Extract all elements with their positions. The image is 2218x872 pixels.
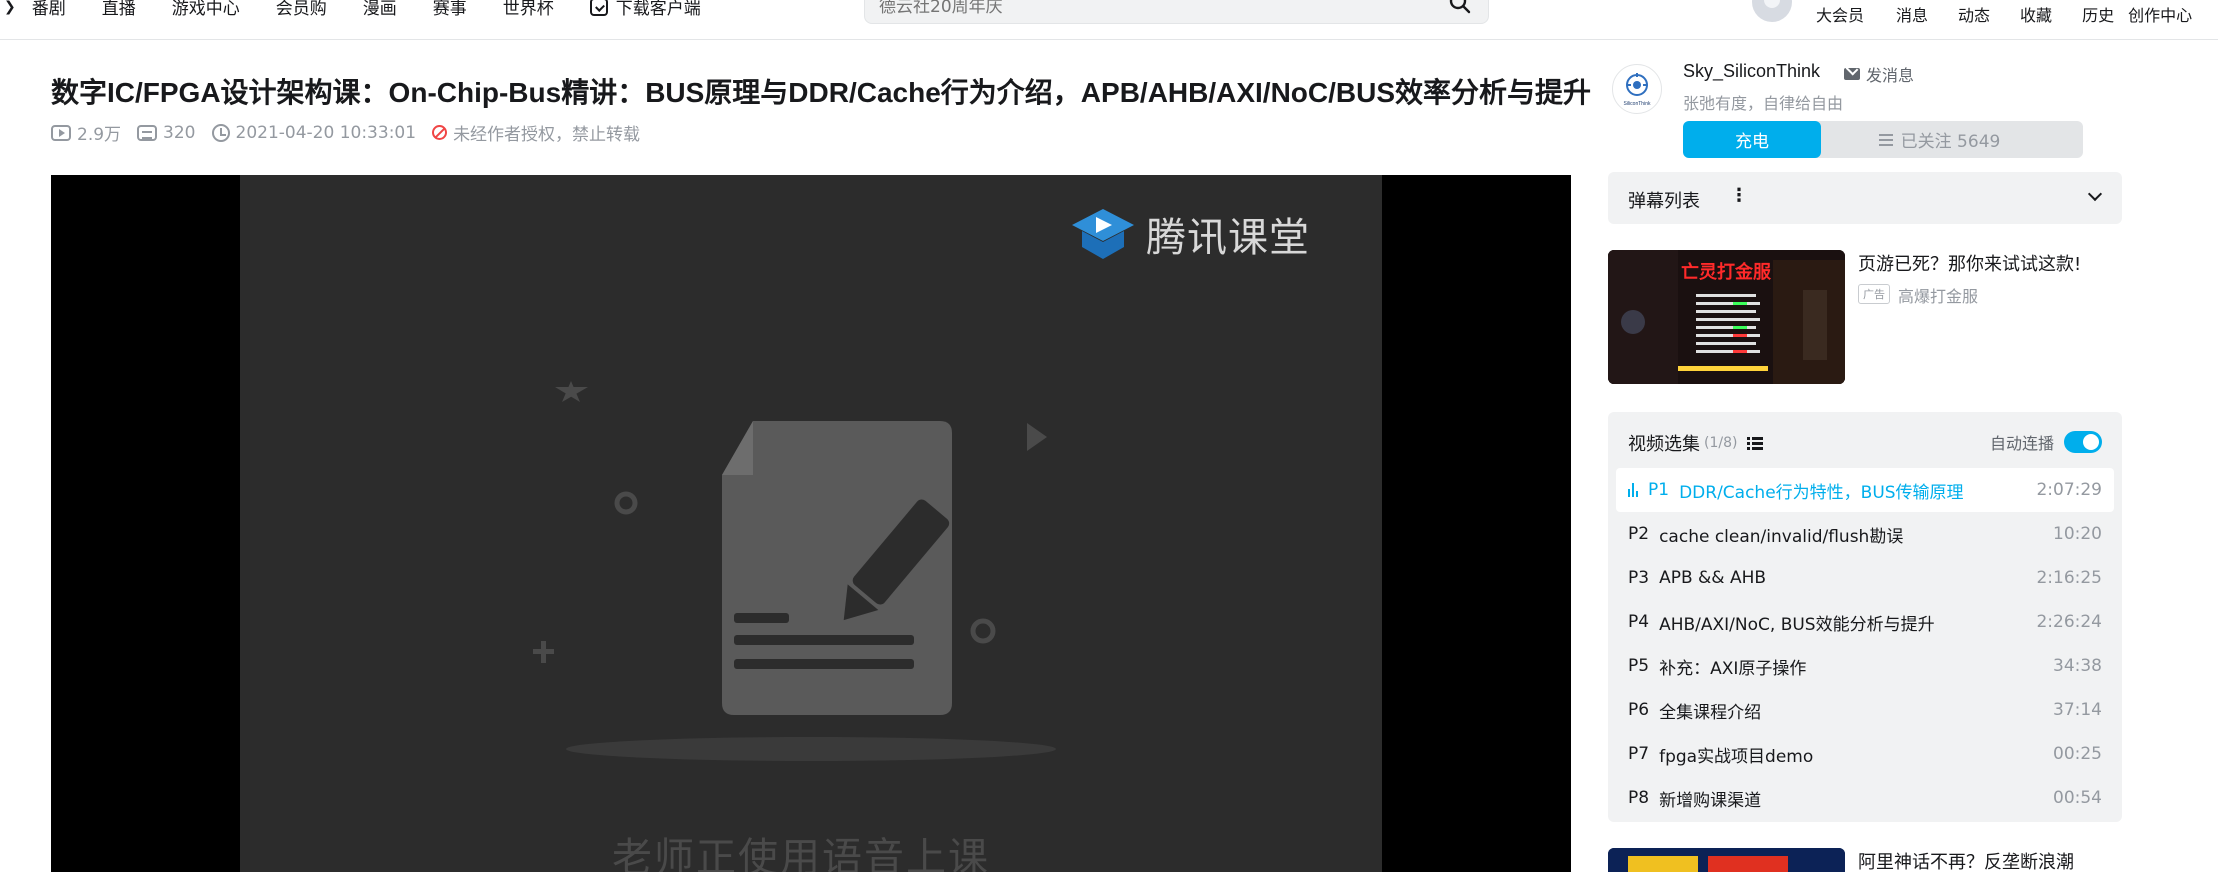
chevron-down-icon[interactable] [2087,186,2103,202]
uploader-avatar[interactable]: SiliconThink [1612,64,1662,114]
arrow-icon: ❯ [4,0,16,15]
danmaku-count: 320 [137,123,196,143]
episode-item-p3[interactable]: P3 APB && AHB 2:16:25 [1616,556,2114,600]
recommend-thumbnail[interactable] [1608,848,1845,872]
nav-item-download[interactable]: 下载客户端 [589,0,701,19]
ad-thumbnail[interactable]: 亡灵打金服 [1608,250,1845,384]
more-options-icon[interactable]: ⋮ [1730,185,1748,206]
episode-header: 视频选集 (1/8) [1628,430,1764,456]
episode-item-p7[interactable]: P7 fpga实战项目demo 00:25 [1616,732,2114,776]
view-count: 2.9万 [51,120,121,145]
nav-item-shop[interactable]: 会员购 [276,0,327,19]
svg-text:亡灵打金服: 亡灵打金服 [1681,261,1772,283]
nav-creator-center[interactable]: 创作中心 [2128,2,2192,26]
autoplay-toggle[interactable] [2064,431,2102,453]
episode-item-p6[interactable]: P6 全集课程介绍 37:14 [1616,688,2114,732]
video-title: 数字IC/FPGA设计架构课：On-Chip-Bus精讲：BUS原理与DDR/C… [51,77,1592,108]
voice-lesson-illustration [533,381,1056,761]
video-player[interactable]: 腾讯课堂 老师正使用语音上课 [51,175,1571,872]
top-bar: ❯番剧 直播 游戏中心 会员购 漫画 赛事 世界杯 下载客户端 大会员 消息 动… [0,0,2218,40]
nav-messages[interactable]: 消息 [1896,2,1928,26]
episode-list: P1 DDR/Cache行为特性，BUS传输原理 2:07:29 P2 cach… [1616,468,2114,820]
video-meta: 2.9万 320 2021-04-20 10:33:01 未经作者授权，禁止转载 [51,120,656,145]
following-button[interactable]: 已关注 5649 [1796,121,2083,158]
svg-text:SiliconThink: SiliconThink [1624,101,1651,107]
episode-item-p1[interactable]: P1 DDR/Cache行为特性，BUS传输原理 2:07:29 [1616,468,2114,512]
autoplay-label: 自动连播 [1989,434,2054,453]
nav-history[interactable]: 历史 [2082,2,2114,26]
nav-item-live[interactable]: 直播 [102,0,136,19]
search-icon[interactable] [1448,0,1472,15]
forbidden-icon [432,125,448,140]
episode-item-p8[interactable]: P8 新增购课渠道 00:54 [1616,776,2114,820]
ad-badge: 广告 [1858,284,1890,304]
ad-source[interactable]: 高爆打金服 [1898,283,1978,307]
nav-item-manga[interactable]: 漫画 [363,0,397,19]
download-icon [589,0,608,16]
episode-title: 视频选集 [1628,434,1700,455]
charge-button[interactable]: 充电 [1683,121,1821,158]
video-frame: 腾讯课堂 老师正使用语音上课 [240,175,1382,872]
nav-favorites[interactable]: 收藏 [2020,2,2052,26]
publish-date: 2021-04-20 10:33:01 [211,123,416,143]
episode-item-p4[interactable]: P4 AHB/AXI/NoC, BUS效能分析与提升 2:26:24 [1616,600,2114,644]
nav-vip[interactable]: 大会员 [1816,2,1864,26]
danmaku-icon [137,124,158,141]
nav-item-game-center[interactable]: 游戏中心 [172,0,240,19]
episode-item-p2[interactable]: P2 cache clean/invalid/flush勘误 10:20 [1616,512,2114,556]
nav-item-esports[interactable]: 赛事 [433,0,467,19]
top-nav: ❯ 番剧 直播 游戏中心 会员购 漫画 赛事 世界杯 下载客户端 [0,0,737,19]
copyright-notice: 未经作者授权，禁止转载 [432,120,640,145]
episode-panel: 视频选集 (1/8) 自动连播 P1 DDR/Cache行为特性，BUS传输原理… [1608,412,2122,822]
search-bar [864,0,1489,24]
mail-icon [1844,68,1860,80]
recommend-title[interactable]: 阿里神话不再？反垄断浪潮 [1858,848,2074,872]
siliconthink-logo-icon: SiliconThink [1624,73,1651,107]
nav-item-bangumi[interactable]: ❯ 番剧 [4,0,66,19]
danmaku-list-title: 弹幕列表 [1628,191,1700,212]
episode-count: (1/8) [1704,435,1738,451]
play-count-icon [51,124,71,141]
user-avatar[interactable] [1752,0,1792,22]
nav-item-worldcup[interactable]: 世界杯 [503,0,554,19]
ad-image: 亡灵打金服 [1608,250,1845,384]
clock-icon [211,123,230,142]
danmaku-list-panel[interactable]: 弹幕列表 ⋮ [1608,172,2122,224]
right-nav: 大会员 消息 动态 收藏 历史 创作中心 [1816,2,2192,26]
uploader-name[interactable]: Sky_SiliconThink [1683,61,1820,82]
ad-title[interactable]: 页游已死？那你来试试这款! [1858,250,2081,276]
episode-item-p5[interactable]: P5 补充：AXI原子操作 34:38 [1616,644,2114,688]
voice-lesson-text: 老师正使用语音上课 [612,835,990,872]
uploader-description: 张弛有度，自律给自由 [1683,94,1844,113]
autoplay-control: 自动连播 [1990,430,2102,454]
send-message-link[interactable]: 发消息 [1844,62,1914,86]
recommend-image [1608,848,1845,872]
search-input[interactable] [879,0,1399,19]
list-view-icon[interactable] [1747,436,1764,450]
now-playing-icon [1628,483,1640,497]
menu-icon [1878,133,1893,146]
nav-dynamic[interactable]: 动态 [1958,2,1990,26]
